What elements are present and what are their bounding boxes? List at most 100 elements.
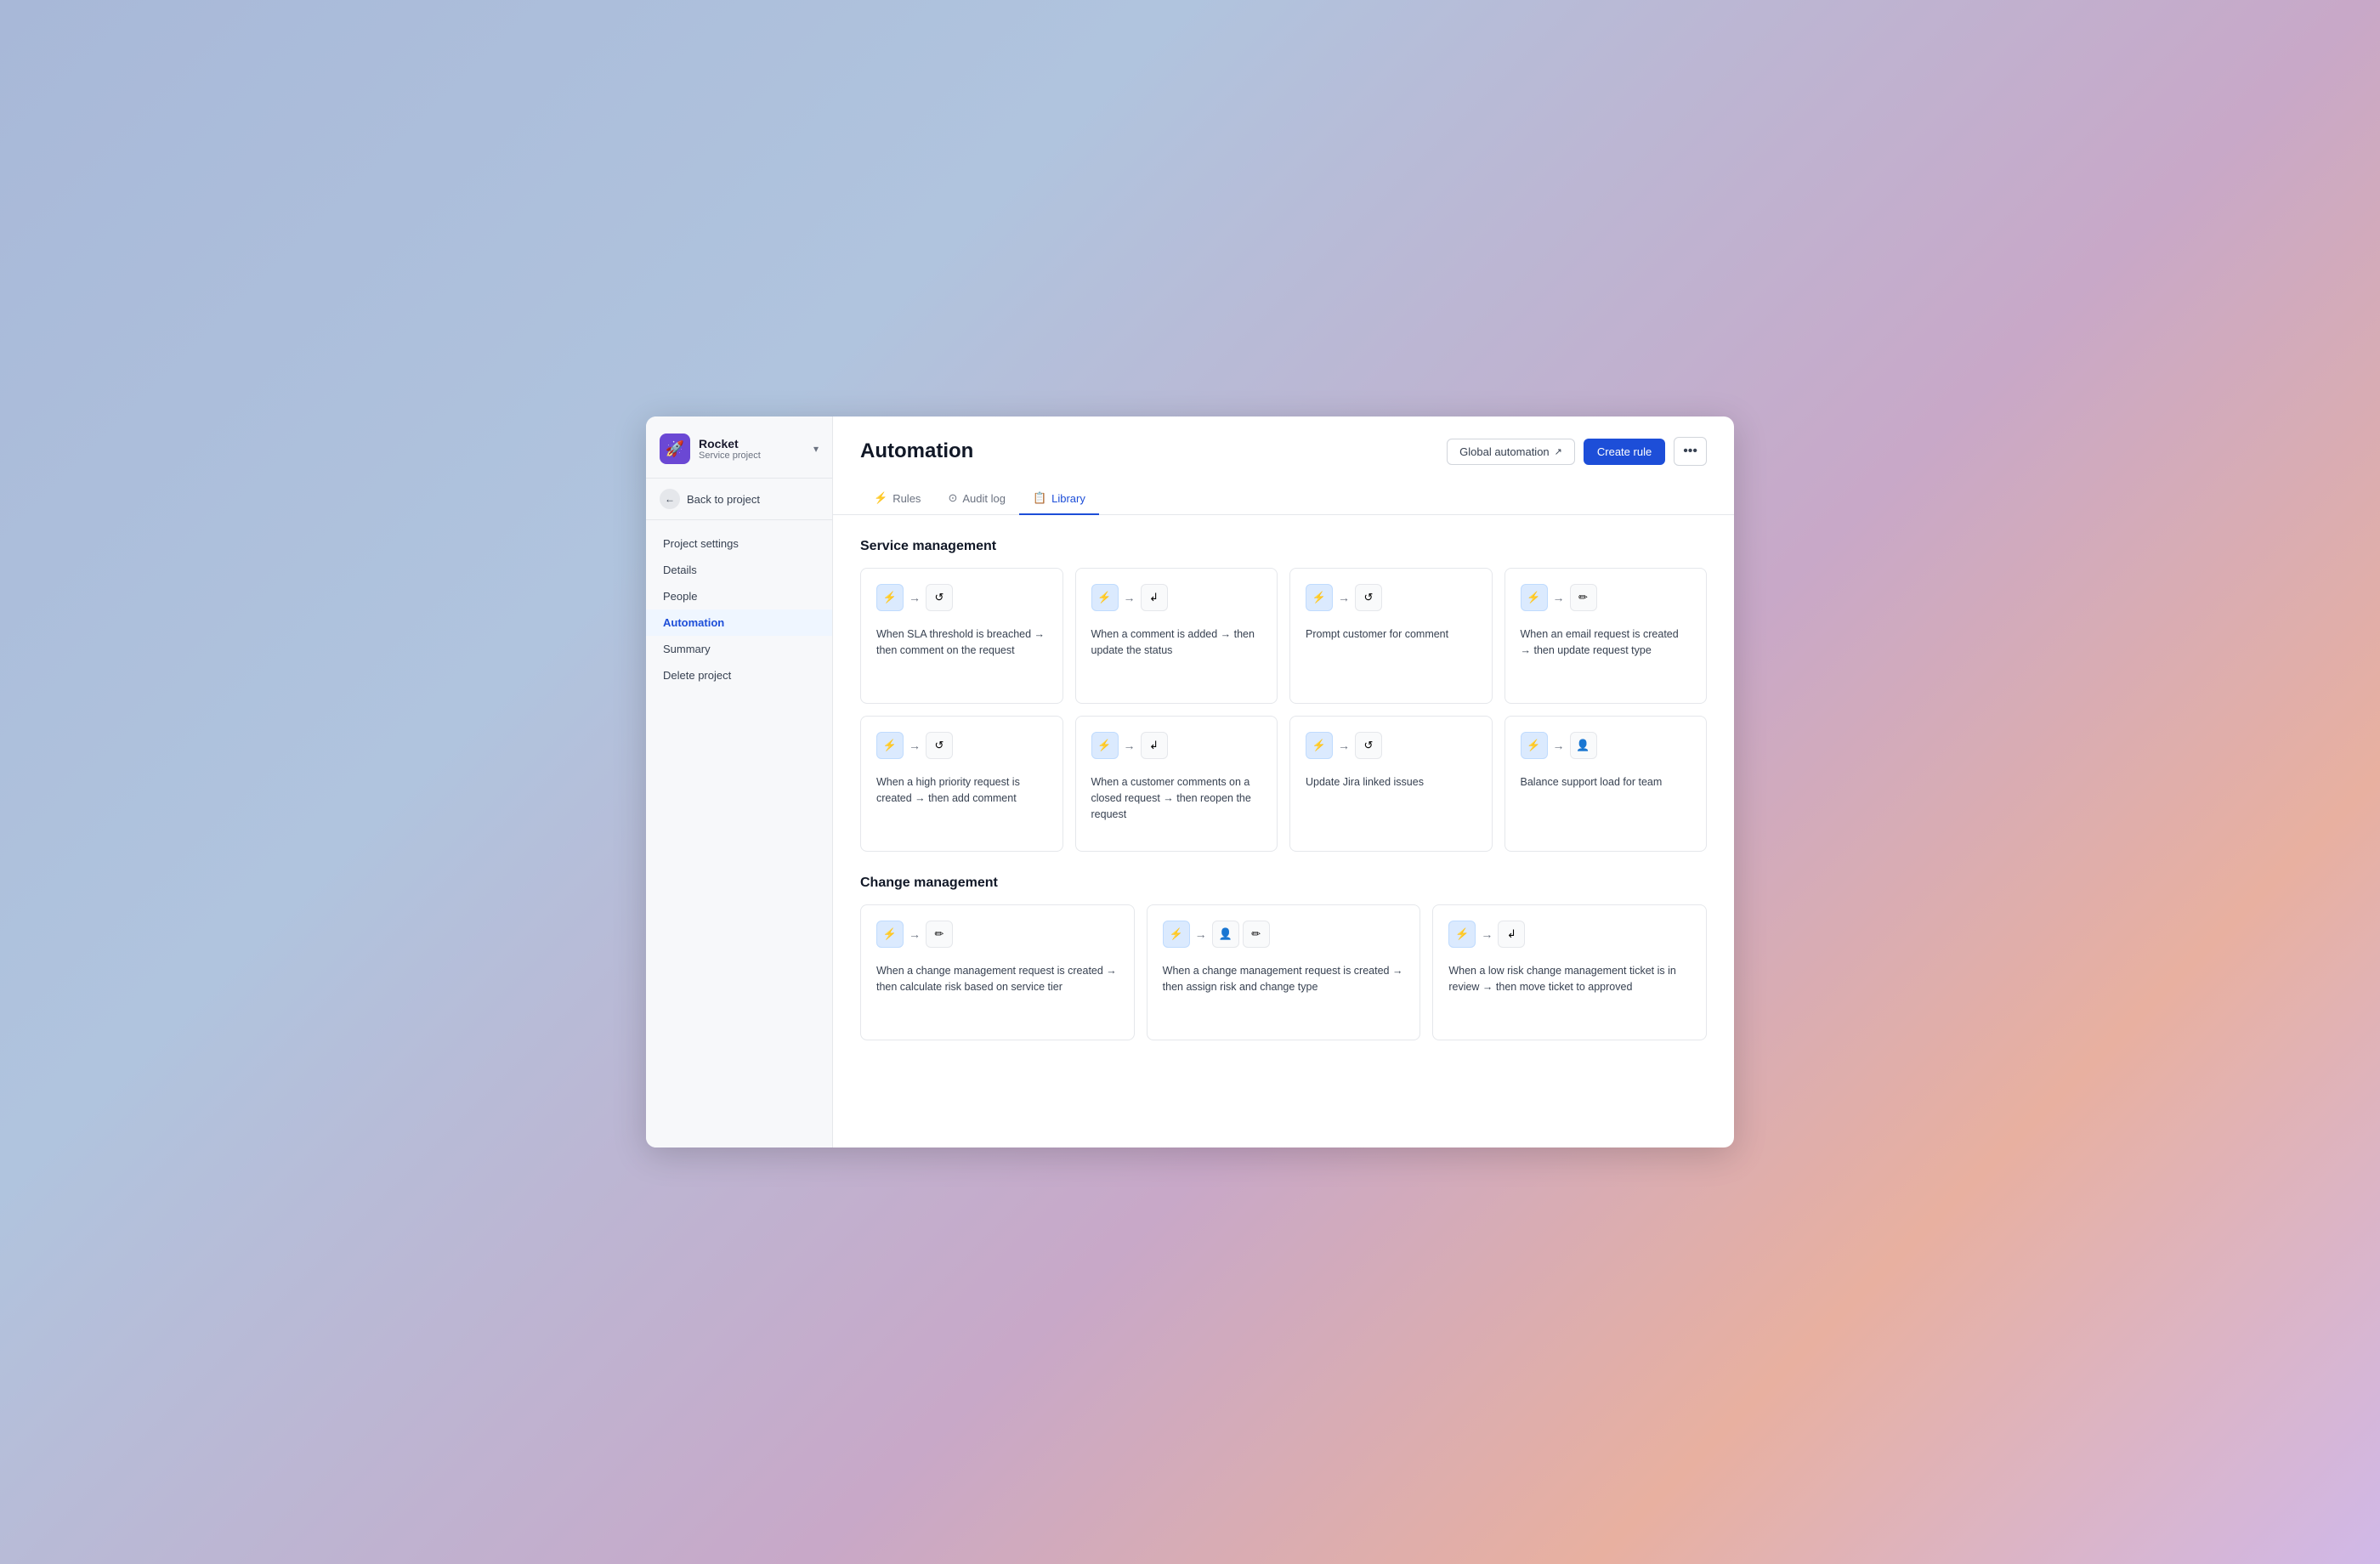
card-high-priority[interactable]: ⚡ → ↺ When a high priority request is cr… [860, 716, 1063, 852]
card-text: When a change management request is crea… [876, 963, 1119, 1024]
service-management-title: Service management [860, 539, 1707, 554]
rules-icon: ⚡ [874, 491, 887, 505]
trigger-icon: ⚡ [876, 921, 904, 948]
trigger-icon: ⚡ [1163, 921, 1190, 948]
sidebar: 🚀 Rocket Service project ▾ ← Back to pro… [646, 416, 833, 1148]
project-type: Service project [699, 450, 805, 461]
action-icon2: ✏ [1243, 921, 1270, 948]
tab-library-label: Library [1051, 492, 1085, 505]
library-icon: 📋 [1033, 491, 1046, 505]
global-automation-button[interactable]: Global automation ↗ [1447, 439, 1575, 465]
card-balance-support[interactable]: ⚡ → 👤 Balance support load for team [1504, 716, 1708, 852]
header-actions: Global automation ↗ Create rule ••• [1447, 437, 1707, 466]
arrow-icon: → [1551, 739, 1567, 752]
action-icon: ✏ [1570, 584, 1597, 611]
action-icon: ↺ [926, 732, 953, 759]
card-text: When an email request is created → then … [1521, 626, 1692, 688]
project-info: Rocket Service project [699, 437, 805, 461]
sidebar-nav: Project settings Details People Automati… [646, 520, 832, 1148]
sidebar-item-delete-project[interactable]: Delete project [646, 662, 832, 688]
trigger-icon: ⚡ [1091, 732, 1119, 759]
action-icon: ↲ [1141, 584, 1168, 611]
sidebar-item-details[interactable]: Details [646, 557, 832, 583]
card-assign-risk[interactable]: ⚡ → 👤 ✏ When a change management request… [1147, 904, 1421, 1040]
card-text: Balance support load for team [1521, 774, 1692, 836]
action-icon: 👤 [1570, 732, 1597, 759]
arrow-icon: → [907, 739, 922, 752]
card-text: Update Jira linked issues [1306, 774, 1476, 836]
card-change-risk[interactable]: ⚡ → ✏ When a change management request i… [860, 904, 1135, 1040]
service-management-section: Service management ⚡ → ↺ When SLA thresh… [860, 539, 1707, 852]
chevron-down-icon[interactable]: ▾ [813, 443, 819, 455]
audit-log-icon: ⊙ [948, 491, 957, 505]
sidebar-item-project-settings[interactable]: Project settings [646, 530, 832, 557]
action-icon: ↺ [1355, 732, 1382, 759]
card-icons: ⚡ → ↺ [1306, 584, 1476, 611]
card-icons: ⚡ → ✏ [876, 921, 1119, 948]
trigger-icon: ⚡ [876, 732, 904, 759]
card-low-risk-review[interactable]: ⚡ → ↲ When a low risk change management … [1432, 904, 1707, 1040]
card-icons: ⚡ → ✏ [1521, 584, 1692, 611]
back-icon: ← [660, 489, 680, 509]
arrow-icon: → [907, 927, 922, 941]
card-icons: ⚡ → ↲ [1448, 921, 1691, 948]
change-management-title: Change management [860, 876, 1707, 891]
more-options-button[interactable]: ••• [1674, 437, 1707, 466]
trigger-icon: ⚡ [1306, 584, 1333, 611]
trigger-icon: ⚡ [1306, 732, 1333, 759]
card-icons: ⚡ → ↺ [876, 584, 1047, 611]
card-text: When a customer comments on a closed req… [1091, 774, 1262, 836]
card-icons: ⚡ → 👤 [1521, 732, 1692, 759]
service-management-grid: ⚡ → ↺ When SLA threshold is breached → t… [860, 568, 1707, 852]
page-title: Automation [860, 439, 973, 463]
card-icons: ⚡ → ↲ [1091, 732, 1262, 759]
global-automation-label: Global automation [1459, 445, 1550, 458]
arrow-icon: → [1193, 927, 1209, 941]
action-icon: ↲ [1498, 921, 1525, 948]
action-icon: ↲ [1141, 732, 1168, 759]
card-text: When a high priority request is created … [876, 774, 1047, 836]
project-logo: 🚀 [660, 434, 690, 464]
card-text: When SLA threshold is breached → then co… [876, 626, 1047, 688]
card-customer-comments[interactable]: ⚡ → ↲ When a customer comments on a clos… [1075, 716, 1278, 852]
card-text: Prompt customer for comment [1306, 626, 1476, 688]
sidebar-header: 🚀 Rocket Service project ▾ [646, 416, 832, 479]
external-link-icon: ↗ [1555, 446, 1562, 457]
card-update-jira[interactable]: ⚡ → ↺ Update Jira linked issues [1289, 716, 1493, 852]
arrow-icon: → [1122, 739, 1137, 752]
trigger-icon: ⚡ [1448, 921, 1476, 948]
sidebar-item-automation[interactable]: Automation [646, 609, 832, 636]
card-sla-threshold[interactable]: ⚡ → ↺ When SLA threshold is breached → t… [860, 568, 1063, 704]
create-rule-button[interactable]: Create rule [1584, 439, 1665, 465]
action-icon: ↺ [1355, 584, 1382, 611]
card-text: When a change management request is crea… [1163, 963, 1405, 1024]
sidebar-item-summary[interactable]: Summary [646, 636, 832, 662]
trigger-icon: ⚡ [1521, 584, 1548, 611]
back-to-project[interactable]: ← Back to project [646, 479, 832, 520]
title-row: Automation Global automation ↗ Create ru… [860, 437, 1707, 466]
card-email-request[interactable]: ⚡ → ✏ When an email request is created →… [1504, 568, 1708, 704]
arrow-icon: → [1479, 927, 1494, 941]
card-text: When a comment is added → then update th… [1091, 626, 1262, 688]
card-icons: ⚡ → ↺ [1306, 732, 1476, 759]
tab-library[interactable]: 📋 Library [1019, 483, 1099, 515]
arrow-icon: → [1336, 739, 1352, 752]
tab-rules[interactable]: ⚡ Rules [860, 483, 934, 515]
card-text: When a low risk change management ticket… [1448, 963, 1691, 1024]
arrow-icon: → [1122, 591, 1137, 604]
arrow-icon: → [1336, 591, 1352, 604]
card-icons: ⚡ → 👤 ✏ [1163, 921, 1405, 948]
sidebar-item-people[interactable]: People [646, 583, 832, 609]
main-header: Automation Global automation ↗ Create ru… [833, 416, 1734, 515]
trigger-icon: ⚡ [876, 584, 904, 611]
tab-audit-log-label: Audit log [962, 492, 1006, 505]
card-prompt-customer[interactable]: ⚡ → ↺ Prompt customer for comment [1289, 568, 1493, 704]
change-management-grid: ⚡ → ✏ When a change management request i… [860, 904, 1707, 1040]
card-comment-added[interactable]: ⚡ → ↲ When a comment is added → then upd… [1075, 568, 1278, 704]
project-name: Rocket [699, 437, 805, 450]
tab-rules-label: Rules [892, 492, 921, 505]
back-label: Back to project [687, 493, 760, 506]
main-content: Automation Global automation ↗ Create ru… [833, 416, 1734, 1148]
tab-audit-log[interactable]: ⊙ Audit log [934, 483, 1019, 515]
arrow-icon: → [1551, 591, 1567, 604]
